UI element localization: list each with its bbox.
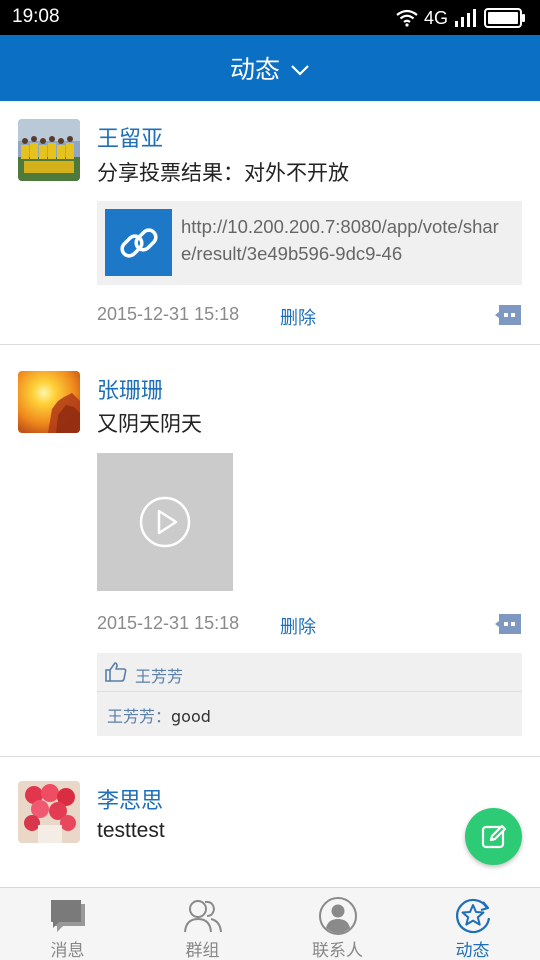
nav-item-moments[interactable]: 动态 <box>405 888 540 960</box>
avatar[interactable] <box>18 371 80 433</box>
chat-icon <box>47 896 89 936</box>
chevron-down-icon[interactable] <box>290 63 310 77</box>
avatar[interactable] <box>18 781 80 843</box>
nav-label: 消息 <box>50 941 85 960</box>
comment-icon[interactable] <box>494 613 522 635</box>
avatar[interactable] <box>18 119 80 181</box>
network-label: 4G <box>423 7 448 28</box>
post-author[interactable]: 张珊珊 <box>97 373 163 405</box>
link-url: http://10.200.200.7:8080/app/vote/share/… <box>181 216 499 264</box>
nav-item-messages[interactable]: 消息 <box>0 888 135 960</box>
bottom-nav: 消息 群组 联系人 动态 <box>0 887 540 960</box>
delete-button[interactable]: 删除 <box>280 613 316 639</box>
signal-icon <box>455 9 476 27</box>
feed-list[interactable]: 王留亚 分享投票结果：对外不开放 http://10.200.200.7:808… <box>0 101 540 887</box>
status-bar: 19:08 4G <box>0 0 540 35</box>
video-thumbnail[interactable] <box>97 453 233 591</box>
group-icon <box>182 896 224 936</box>
nav-item-groups[interactable]: 群组 <box>135 888 270 960</box>
star-refresh-icon <box>452 896 494 936</box>
feed-post: 李思思 testtest <box>0 757 540 887</box>
feed-post: 张珊珊 又阴天阴天 2015-12-31 15:18 删除 王芳芳 王芳芳：go… <box>0 345 540 756</box>
thumbs-up-icon <box>105 662 127 682</box>
status-time: 19:08 <box>12 6 60 27</box>
play-icon[interactable] <box>139 496 191 548</box>
box-divider <box>97 691 522 692</box>
delete-button[interactable]: 删除 <box>280 304 316 330</box>
contact-icon <box>317 896 359 936</box>
header-bar: 动态 <box>0 35 540 101</box>
feed-post: 王留亚 分享投票结果：对外不开放 http://10.200.200.7:808… <box>0 101 540 344</box>
nav-label: 联系人 <box>312 941 363 960</box>
post-timestamp: 2015-12-31 15:18 <box>97 304 240 324</box>
wifi-icon <box>396 9 418 27</box>
page-title[interactable]: 动态 <box>230 50 280 86</box>
likes-row: 王芳芳 <box>97 653 522 691</box>
like-user-name[interactable]: 王芳芳 <box>135 663 183 687</box>
link-icon <box>105 209 172 276</box>
nav-label: 群组 <box>185 941 220 960</box>
post-text: testtest <box>97 819 165 842</box>
shared-link-card[interactable]: http://10.200.200.7:8080/app/vote/share/… <box>97 201 522 285</box>
post-author[interactable]: 李思思 <box>97 783 163 815</box>
comment-icon[interactable] <box>494 304 522 326</box>
battery-icon <box>484 8 525 28</box>
post-timestamp: 2015-12-31 15:18 <box>97 613 240 633</box>
interaction-box: 王芳芳 王芳芳：good <box>97 653 522 736</box>
status-indicators: 4G <box>396 6 526 30</box>
post-text: 又阴天阴天 <box>97 412 202 436</box>
comment-row[interactable]: 王芳芳：good <box>107 703 211 727</box>
edit-icon <box>481 824 506 848</box>
comment-text: good <box>171 707 211 726</box>
compose-button[interactable] <box>465 808 522 865</box>
nav-item-contacts[interactable]: 联系人 <box>270 888 405 960</box>
nav-label: 动态 <box>455 941 490 960</box>
post-text: 分享投票结果：对外不开放 <box>97 161 349 185</box>
post-author[interactable]: 王留亚 <box>97 121 163 153</box>
comment-author[interactable]: 王芳芳： <box>107 707 171 726</box>
